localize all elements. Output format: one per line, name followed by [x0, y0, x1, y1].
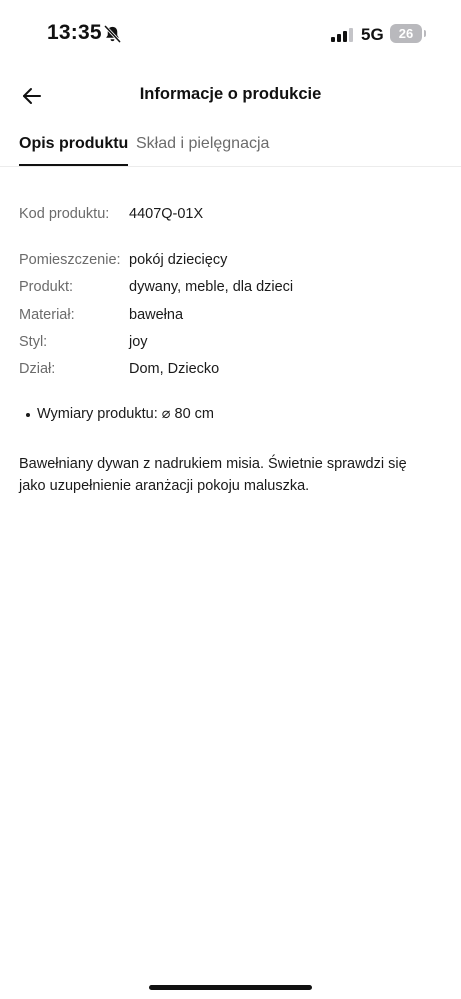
- bullet-text: Wymiary produktu: ⌀ 80 cm: [37, 406, 215, 422]
- battery-nub: [424, 30, 426, 37]
- detail-value: bawełna: [129, 307, 184, 323]
- network-type: 5G: [361, 25, 384, 44]
- status-bar: 13:35 5G 26: [0, 0, 461, 68]
- detail-value: 4407Q-01X: [129, 206, 204, 222]
- detail-value: dywany, meble, dla dzieci: [129, 279, 294, 295]
- battery-level: 26: [398, 26, 414, 41]
- header: Informacje o produkcie: [0, 74, 461, 118]
- detail-value: Dom, Dziecko: [129, 361, 220, 377]
- detail-label: Dział:: [19, 361, 56, 377]
- bullet-dot: [26, 413, 30, 417]
- detail-label: Kod produktu:: [19, 206, 110, 222]
- tab-sklad-i-pielegnacja[interactable]: Skład i pielęgnacja: [136, 135, 269, 153]
- cellular-signal-icon: [331, 28, 353, 42]
- tab-opis-produktu[interactable]: Opis produktu: [19, 135, 129, 166]
- detail-label: Pomieszczenie:: [19, 252, 121, 268]
- detail-label: Produkt:: [19, 279, 73, 295]
- status-time: 13:35: [47, 21, 102, 44]
- bell-slash-icon: [103, 24, 122, 44]
- screen: 13:35 5G 26 Informacje o produkcie Opis …: [0, 0, 461, 999]
- page-title: Informacje o produkcie: [139, 85, 322, 103]
- product-description: Bawełniany dywan z nadrukiem misia. Świe…: [19, 456, 407, 494]
- detail-label: Styl:: [19, 334, 48, 350]
- detail-value: pokój dziecięcy: [129, 252, 228, 268]
- detail-value: joy: [129, 334, 148, 350]
- home-indicator[interactable]: [149, 985, 312, 990]
- tab-bar: Opis produktu Skład i pielęgnacja: [0, 125, 461, 167]
- battery-icon: 26: [390, 24, 422, 43]
- detail-label: Materiał:: [19, 307, 75, 323]
